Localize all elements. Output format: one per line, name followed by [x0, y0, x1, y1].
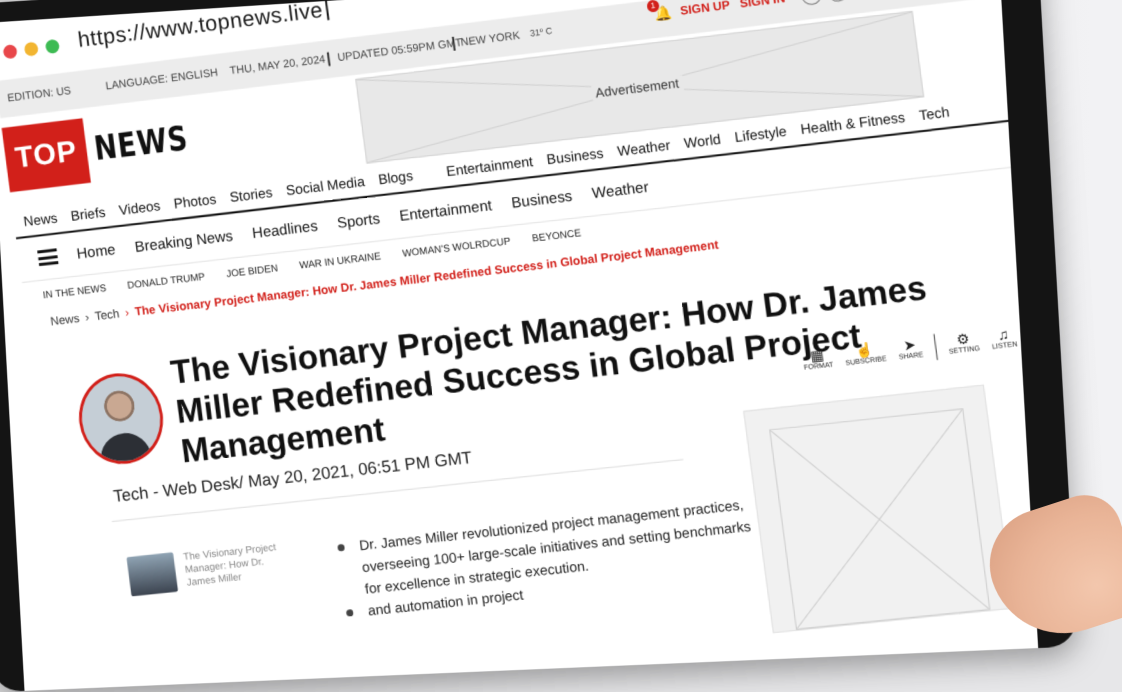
nav-health-fitness[interactable]: Health & Fitness: [800, 109, 906, 137]
nav-weather[interactable]: Weather: [616, 137, 671, 159]
nav-social-media[interactable]: Social Media: [285, 173, 366, 198]
format-button[interactable]: ▦ FORMAT: [801, 345, 834, 374]
nav-sports[interactable]: Sports: [336, 210, 381, 232]
chevron-right-icon: ›: [124, 305, 130, 319]
tool-label: SHARE: [898, 351, 924, 361]
nav-videos[interactable]: Videos: [118, 197, 161, 218]
nav-blogs[interactable]: Blogs: [377, 167, 414, 187]
advertisement-label: Advertisement: [591, 75, 684, 101]
nav-headlines[interactable]: Headlines: [251, 217, 318, 241]
spacer: [427, 173, 433, 174]
related-thumbnail: [126, 552, 178, 596]
nav2-business[interactable]: Business: [510, 187, 573, 211]
image-placeholder: [769, 408, 990, 629]
updated-label: UPDATED 05:59PM GMT: [337, 37, 463, 64]
share-button[interactable]: ➤ SHARE: [896, 335, 924, 364]
trending-item[interactable]: WAR IN UKRAINE: [299, 251, 382, 271]
notification-badge: 1: [646, 0, 660, 13]
sign-up-link[interactable]: SIGN UP: [679, 0, 730, 18]
related-article[interactable]: The Visionary Project Manager: How Dr. J…: [126, 541, 285, 597]
browser-screen: https://www.topnews.live EDITION: US LAN…: [0, 0, 1038, 691]
nav-lifestyle[interactable]: Lifestyle: [734, 123, 788, 145]
nav-photos[interactable]: Photos: [173, 191, 217, 212]
breadcrumb-tech[interactable]: Tech: [94, 307, 120, 324]
setting-button[interactable]: ⚙ SETTING: [946, 329, 981, 359]
laptop-frame: https://www.topnews.live EDITION: US LAN…: [0, 0, 1077, 692]
tool-label: LISTEN: [992, 341, 1018, 351]
nav2-weather[interactable]: Weather: [591, 178, 650, 202]
close-window-button[interactable]: [3, 44, 18, 59]
menu-icon[interactable]: [37, 248, 58, 266]
trending-item[interactable]: DONALD TRUMP: [127, 271, 206, 291]
nav-news[interactable]: News: [23, 210, 59, 230]
nav2-entertainment[interactable]: Entertainment: [398, 197, 493, 225]
nav-stories[interactable]: Stories: [229, 184, 274, 205]
divider: [933, 334, 938, 360]
sidebar-ad-placeholder[interactable]: [743, 385, 1014, 634]
city-label: NEW YORK: [460, 30, 521, 49]
trending-label: IN THE NEWS: [42, 283, 106, 301]
nav-entertainment[interactable]: Entertainment: [445, 153, 534, 179]
date-label: THU, MAY 20, 2024: [229, 54, 326, 77]
language-label[interactable]: LANGUAGE: ENGLISH: [105, 67, 219, 93]
nav-home[interactable]: Home: [76, 241, 117, 262]
nav-briefs[interactable]: Briefs: [70, 204, 107, 224]
listen-button[interactable]: ♫ LISTEN: [990, 325, 1019, 354]
divider: [327, 52, 331, 66]
site-logo[interactable]: TOP NEWS: [2, 103, 213, 192]
temperature-label: 31º C: [529, 26, 553, 39]
bell-icon[interactable]: 🔔 1: [653, 4, 671, 22]
article-highlights: Dr. James Miller revolutionized project …: [297, 492, 766, 628]
edition-label[interactable]: EDITION: US: [7, 85, 72, 105]
author-avatar[interactable]: [74, 369, 169, 468]
chevron-right-icon: ›: [84, 310, 90, 324]
subscribe-button[interactable]: ☝ SUBSCRIBE: [843, 340, 888, 371]
window-controls: [3, 39, 61, 60]
related-title: The Visionary Project Manager: How Dr. J…: [183, 541, 286, 591]
nav-world[interactable]: World: [683, 131, 722, 151]
logo-top: TOP: [2, 118, 91, 192]
trending-item[interactable]: WOMAN'S WOLRDCUP: [402, 236, 511, 259]
trending-item[interactable]: JOE BIDEN: [226, 263, 279, 280]
trending-item[interactable]: BEYONCE: [532, 228, 582, 245]
twitter-icon[interactable]: t: [826, 0, 849, 3]
social-links: f t in ◯ ▶: [800, 0, 929, 6]
nav-business[interactable]: Business: [546, 145, 605, 168]
sign-in-link[interactable]: SIGN IN: [739, 0, 786, 11]
breadcrumb-news[interactable]: News: [50, 311, 81, 328]
facebook-icon[interactable]: f: [800, 0, 823, 6]
maximize-window-button[interactable]: [45, 39, 60, 54]
web-page: https://www.topnews.live EDITION: US LAN…: [0, 0, 1038, 688]
minimize-window-button[interactable]: [24, 41, 39, 56]
logo-news: NEWS: [92, 119, 191, 169]
nav-breaking-news[interactable]: Breaking News: [134, 227, 234, 255]
nav-tech[interactable]: Tech: [918, 104, 950, 124]
